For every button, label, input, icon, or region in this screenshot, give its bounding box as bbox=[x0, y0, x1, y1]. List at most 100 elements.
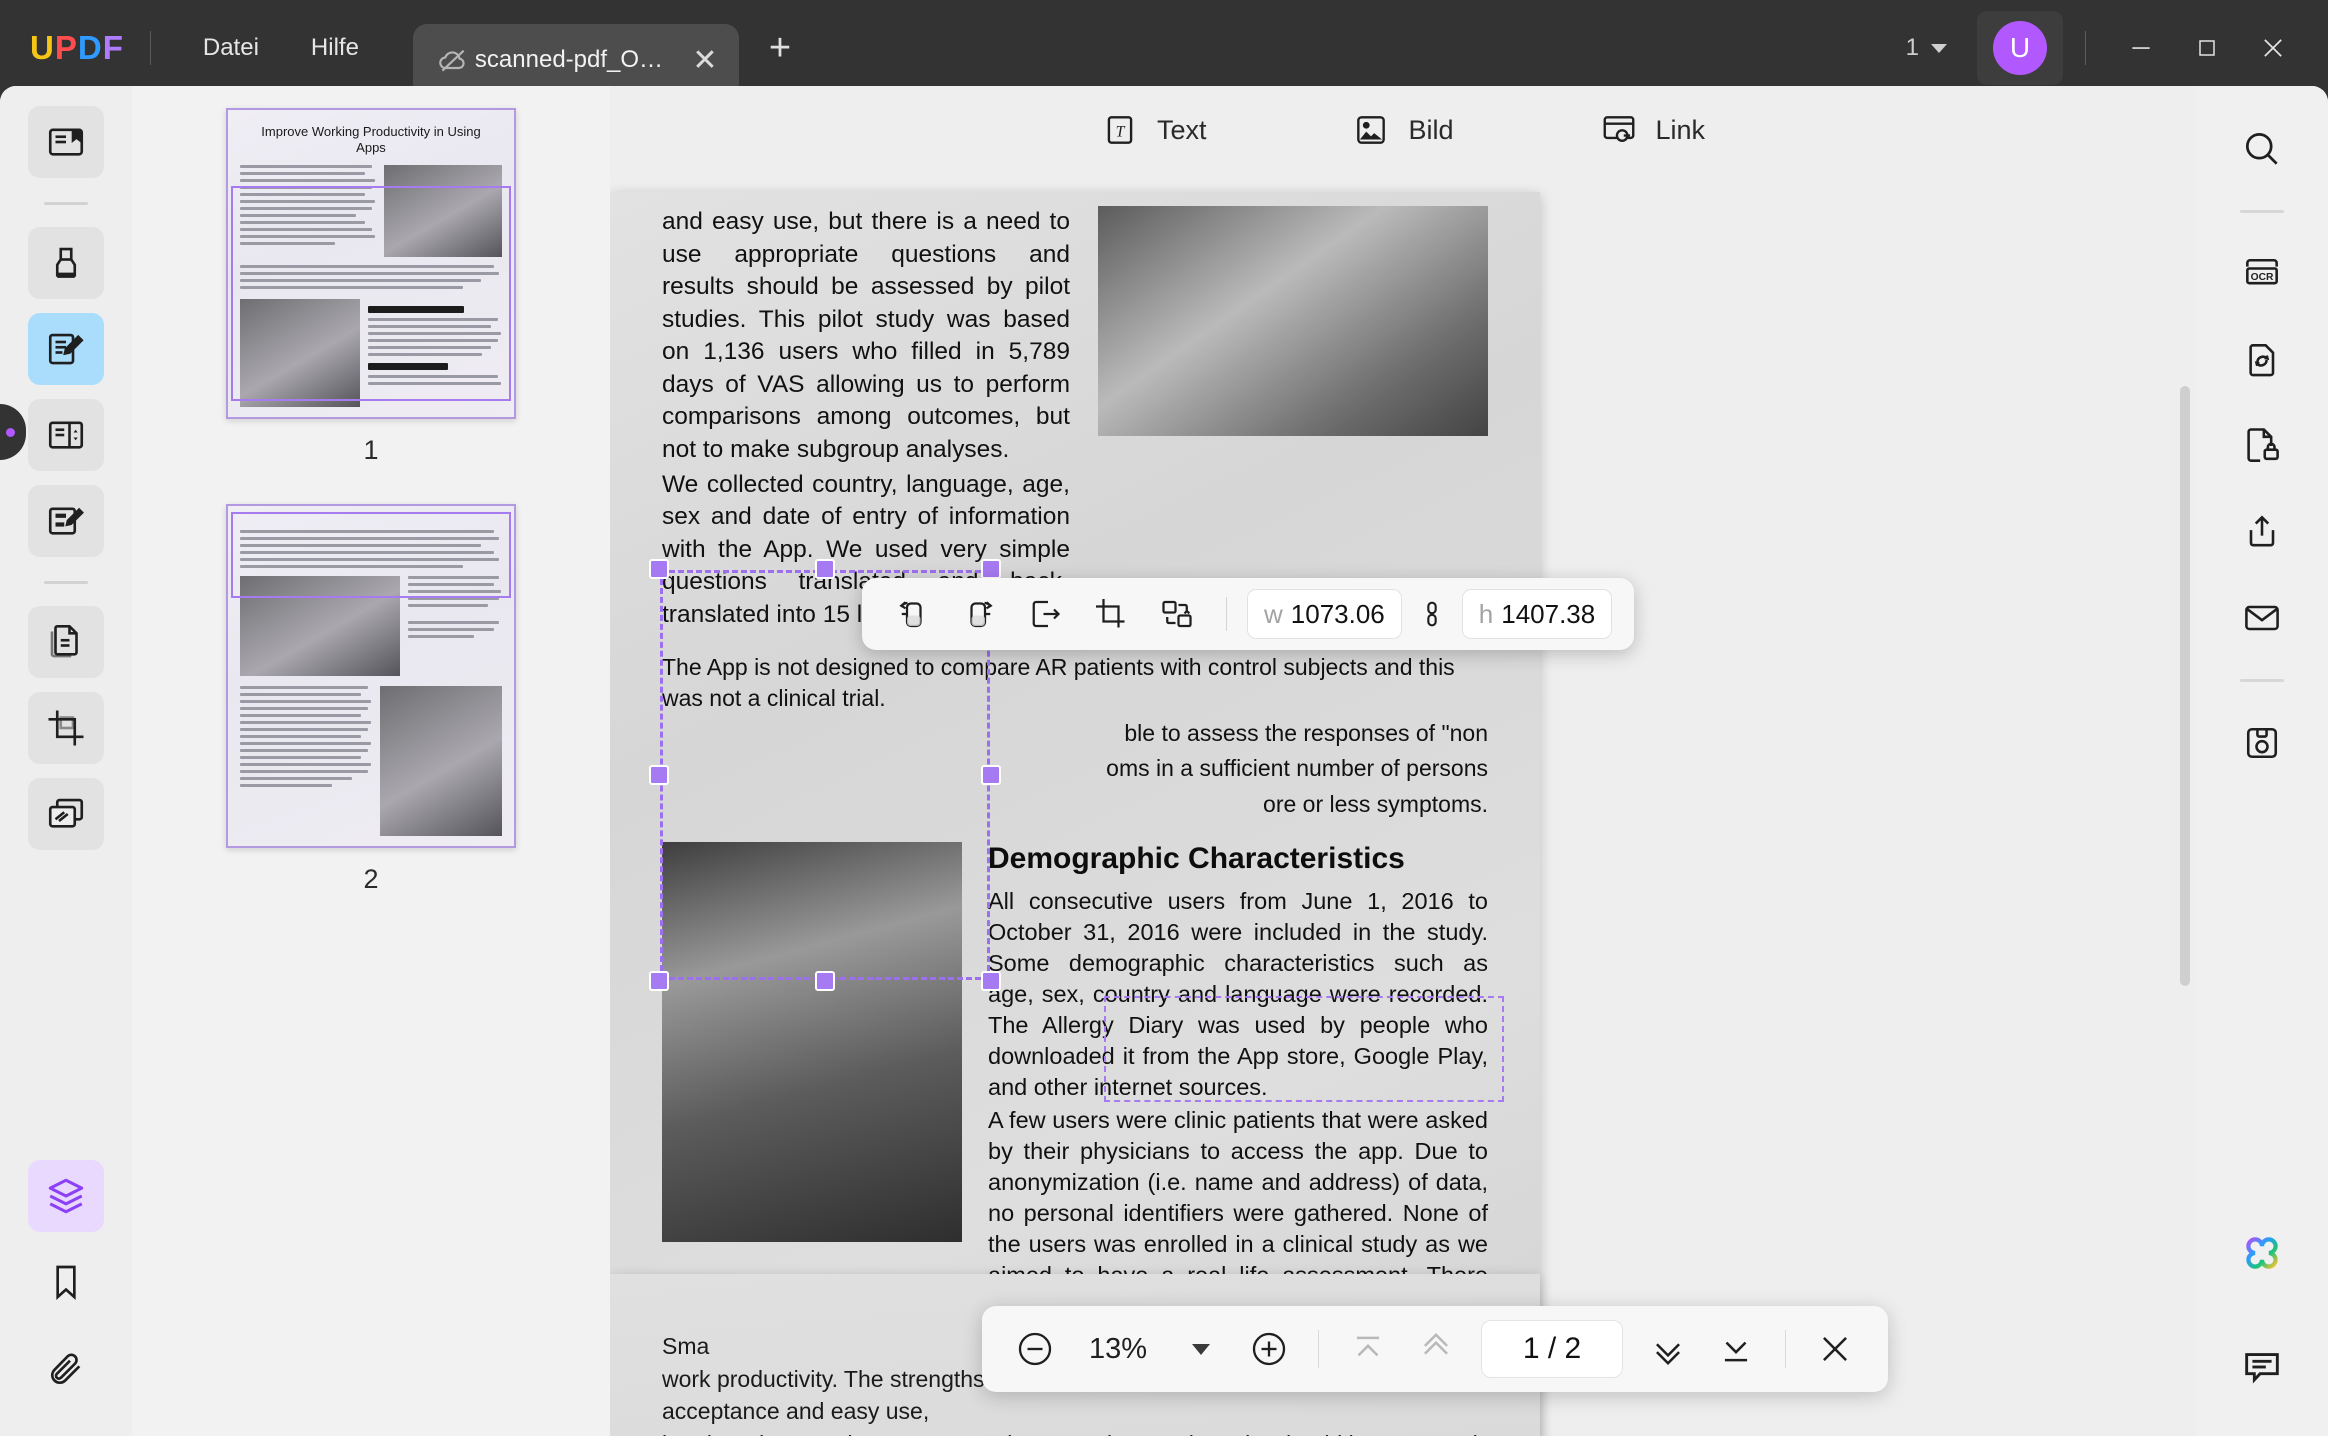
edit-toolbar: T Text Bild Link bbox=[610, 86, 2196, 174]
email-button[interactable] bbox=[2224, 581, 2300, 655]
pager-close-button[interactable] bbox=[1804, 1318, 1866, 1380]
doc-photo-meeting[interactable] bbox=[1098, 206, 1488, 436]
thumb-textblock bbox=[240, 164, 376, 257]
tool-text-label: Text bbox=[1156, 114, 1207, 145]
search-button[interactable] bbox=[2224, 112, 2300, 186]
tool-link[interactable]: Link bbox=[1582, 101, 1724, 159]
pager-separator-1 bbox=[1318, 1330, 1319, 1368]
resize-handle-bottom-center[interactable] bbox=[815, 971, 835, 991]
share-button[interactable] bbox=[2224, 495, 2300, 569]
cloud-off-icon bbox=[437, 44, 469, 76]
left-rail-bottom-group bbox=[28, 1160, 104, 1436]
resize-handle-top-left[interactable] bbox=[649, 559, 669, 579]
svg-text:OCR: OCR bbox=[2251, 272, 2274, 283]
rail-separator-2 bbox=[44, 581, 88, 584]
page-indicator-field[interactable]: 1 / 2 bbox=[1481, 1320, 1623, 1378]
prev-page-button[interactable] bbox=[1405, 1318, 1467, 1380]
title-bar: U P D F Datei Hilfe scanned-pdf_OCR* ✕ +… bbox=[0, 0, 2328, 96]
doc2-line-3[interactable]: but there is a need to use appropriate q… bbox=[662, 1428, 1488, 1436]
image-height-field[interactable]: h 1407.38 bbox=[1461, 589, 1613, 639]
sidebar-item-edit-pdf[interactable] bbox=[28, 313, 104, 385]
resize-handle-middle-right[interactable] bbox=[981, 765, 1001, 785]
ai-assistant-button[interactable] bbox=[2224, 1216, 2300, 1290]
titlebar-divider bbox=[149, 31, 151, 65]
zoom-dropdown-button[interactable] bbox=[1170, 1318, 1232, 1380]
replace-image-icon[interactable] bbox=[1148, 587, 1206, 641]
resize-handle-bottom-left[interactable] bbox=[649, 971, 669, 991]
last-page-button[interactable] bbox=[1705, 1318, 1767, 1380]
resize-handle-bottom-right[interactable] bbox=[981, 971, 1001, 991]
right-rail-separator-1 bbox=[2240, 210, 2284, 213]
maximize-button[interactable] bbox=[2174, 15, 2240, 81]
sidebar-item-crop[interactable] bbox=[28, 692, 104, 764]
window-count-dropdown[interactable]: 1 bbox=[1892, 26, 1961, 70]
svg-text:T: T bbox=[1116, 123, 1126, 140]
page-scroll-area[interactable]: and easy use, but there is a need to use… bbox=[610, 174, 2196, 1436]
thumb2-photo-2 bbox=[380, 685, 502, 836]
right-rail-bottom-group bbox=[2224, 1216, 2300, 1436]
sidebar-item-attachments[interactable] bbox=[28, 1332, 104, 1404]
text-block-selection[interactable] bbox=[1104, 996, 1504, 1102]
menu-datei[interactable]: Datei bbox=[177, 26, 285, 70]
vertical-scrollbar[interactable] bbox=[2180, 386, 2190, 986]
tab-title: scanned-pdf_OCR* bbox=[474, 46, 683, 73]
logo-letter-u: U bbox=[30, 29, 55, 66]
panel-collapse-handle[interactable] bbox=[0, 404, 26, 460]
updf-window: U P D F Datei Hilfe scanned-pdf_OCR* ✕ +… bbox=[0, 0, 2328, 1436]
sidebar-item-bookmarks[interactable] bbox=[28, 1246, 104, 1318]
thumbnail-page-2-content bbox=[228, 505, 514, 846]
thumbnail-panel[interactable]: Improve Working Productivity in Using Ap… bbox=[132, 86, 610, 1436]
sidebar-item-sign[interactable] bbox=[28, 485, 104, 557]
protect-button[interactable] bbox=[2224, 409, 2300, 483]
sidebar-item-organize-pages[interactable] bbox=[28, 606, 104, 678]
thumb-photo-1 bbox=[384, 164, 502, 257]
image-properties-toolbar[interactable]: w 1073.06 h 1407.38 bbox=[862, 578, 1635, 650]
doc-heading-demographic[interactable]: Demographic Characteristics bbox=[988, 842, 1488, 876]
thumb2-photo-1 bbox=[240, 575, 400, 676]
next-page-button[interactable] bbox=[1637, 1318, 1699, 1380]
new-tab-button[interactable]: + bbox=[757, 25, 803, 71]
tool-text[interactable]: T Text bbox=[1083, 101, 1225, 159]
tab-close-button[interactable]: ✕ bbox=[683, 38, 727, 82]
page-navigation-toolbar[interactable]: 13% 1 / 2 bbox=[982, 1306, 1888, 1392]
comments-button[interactable] bbox=[2224, 1330, 2300, 1404]
convert-button[interactable] bbox=[2224, 323, 2300, 397]
sidebar-item-form[interactable] bbox=[28, 399, 104, 471]
menu-hilfe[interactable]: Hilfe bbox=[285, 26, 385, 70]
right-rail-separator-2 bbox=[2240, 679, 2284, 682]
rotate-left-icon[interactable] bbox=[884, 587, 942, 641]
rail-separator-1 bbox=[44, 202, 88, 205]
minimize-button[interactable] bbox=[2108, 15, 2174, 81]
zoom-in-button[interactable] bbox=[1238, 1318, 1300, 1380]
thumbnail-page-2[interactable] bbox=[226, 503, 516, 848]
height-key-label: h bbox=[1478, 598, 1494, 629]
image-width-field[interactable]: w 1073.06 bbox=[1247, 589, 1402, 639]
thumb2-textblock-1 bbox=[408, 575, 502, 676]
titlebar-divider-2 bbox=[2085, 31, 2086, 65]
sidebar-item-annotate[interactable] bbox=[28, 227, 104, 299]
zoom-level-label[interactable]: 13% bbox=[1072, 1333, 1164, 1366]
resize-handle-middle-left[interactable] bbox=[649, 765, 669, 785]
extract-image-icon[interactable] bbox=[1016, 587, 1074, 641]
save-button[interactable] bbox=[2224, 706, 2300, 780]
sidebar-item-reader[interactable] bbox=[28, 106, 104, 178]
close-button[interactable] bbox=[2240, 15, 2306, 81]
account-button[interactable]: U bbox=[1977, 11, 2063, 85]
thumbnail-page-1[interactable]: Improve Working Productivity in Using Ap… bbox=[226, 108, 516, 419]
first-page-button[interactable] bbox=[1337, 1318, 1399, 1380]
sidebar-item-thumbnails[interactable] bbox=[28, 1160, 104, 1232]
resize-handle-top-center[interactable] bbox=[815, 559, 835, 579]
doc-paragraph-1[interactable]: and easy use, but there is a need to use… bbox=[662, 206, 1070, 467]
zoom-out-button[interactable] bbox=[1004, 1318, 1066, 1380]
sidebar-item-batch[interactable] bbox=[28, 778, 104, 850]
updf-logo: U P D F bbox=[30, 29, 124, 67]
ocr-button[interactable]: OCR bbox=[2224, 237, 2300, 311]
tool-image[interactable]: Bild bbox=[1334, 101, 1471, 159]
chain-link-icon[interactable] bbox=[1410, 589, 1454, 639]
crop-icon[interactable] bbox=[1082, 587, 1140, 641]
width-value: 1073.06 bbox=[1290, 598, 1385, 629]
thumbnail-page-1-content: Improve Working Productivity in Using Ap… bbox=[228, 110, 514, 417]
titlebar-right-group: 1 U bbox=[1892, 11, 2328, 85]
rotate-right-icon[interactable] bbox=[950, 587, 1008, 641]
resize-handle-top-right[interactable] bbox=[981, 559, 1001, 579]
